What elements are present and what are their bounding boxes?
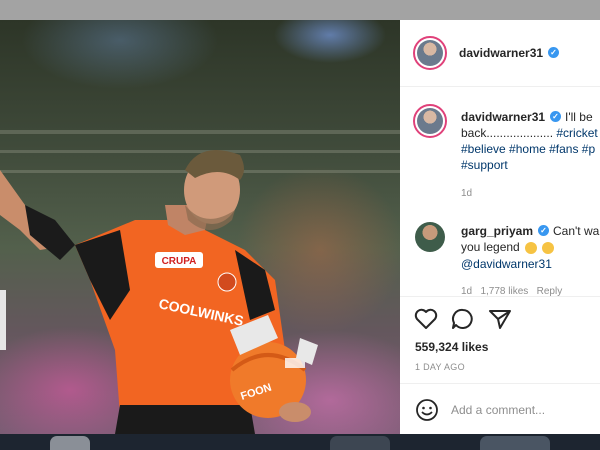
caption-username[interactable]: davidwarner31 [461, 110, 545, 124]
verified-icon: ✓ [548, 47, 559, 58]
background-feed-strip [0, 434, 600, 450]
caption-line3: #believe #home #fans #p [461, 141, 595, 157]
caption-text-line1: I'll be [565, 110, 593, 124]
comment-line3: @davidwarner31 [461, 256, 552, 272]
hashtag-cricket[interactable]: #cricket [556, 126, 597, 140]
hashtag-home[interactable]: #home [509, 142, 546, 156]
verified-icon: ✓ [538, 225, 549, 236]
caption-text-line2: back.................... [461, 126, 554, 140]
caption-avatar[interactable] [413, 104, 447, 138]
caption-line2: back.................... #cricket [461, 125, 598, 141]
hashtag-fans[interactable]: #fans [549, 142, 578, 156]
caption-line4: #support [461, 157, 508, 173]
comment-text-line2: you legend [461, 240, 520, 254]
caption-time[interactable]: 1d [461, 188, 472, 199]
comment-text-line1: Can't wa [553, 224, 600, 238]
background-thumbnail [480, 436, 550, 450]
share-icon[interactable] [488, 308, 512, 330]
jersey-sponsor-1: CRUPA [162, 256, 197, 267]
comment-divider [400, 383, 600, 384]
post-header: davidwarner31 ✓ [400, 20, 600, 87]
emoji-icon [542, 241, 555, 254]
post-photo[interactable]: CRUPA COOLWINKS FOON [0, 20, 400, 434]
hashtag-believe[interactable]: #believe [461, 142, 506, 156]
author-avatar[interactable] [413, 36, 447, 70]
background-thumbnail [50, 436, 90, 450]
post-side-panel: davidwarner31 ✓ davidwarner31 ✓ I'll be … [400, 20, 600, 434]
verified-icon: ✓ [550, 111, 561, 122]
comment-input[interactable]: Add a comment... [451, 403, 545, 417]
comment-line2: you legend [461, 239, 555, 255]
comment-icon[interactable] [451, 308, 475, 330]
player-illustration: CRUPA COOLWINKS FOON [0, 130, 400, 434]
emoji-icon [525, 241, 538, 254]
author-username[interactable]: davidwarner31 [459, 46, 543, 60]
emoji-icon[interactable] [415, 398, 439, 422]
browser-top-bar [0, 0, 600, 20]
mention-link[interactable]: @davidwarner31 [461, 257, 552, 271]
hashtag-partial[interactable]: #p [582, 142, 595, 156]
hashtag-support[interactable]: #support [461, 158, 508, 172]
actions-divider [400, 296, 600, 297]
background-thumbnail [330, 436, 390, 450]
heart-icon[interactable] [414, 308, 438, 330]
commenter-avatar[interactable] [415, 222, 445, 252]
commenter-username[interactable]: garg_priyam [461, 224, 533, 238]
like-count[interactable]: 559,324 likes [415, 340, 488, 354]
post-date[interactable]: 1 DAY AGO [415, 362, 465, 372]
